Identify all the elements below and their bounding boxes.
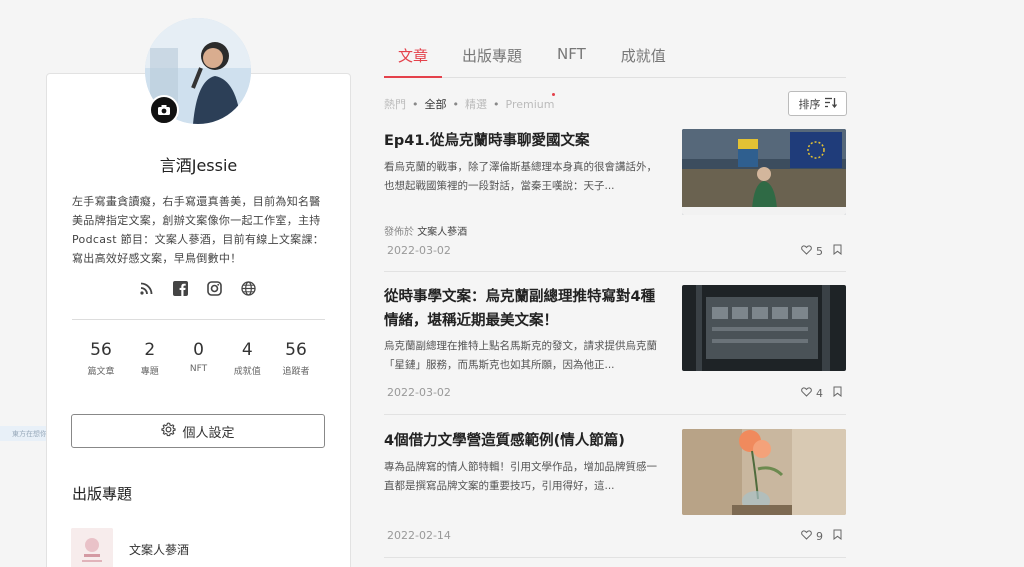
- facebook-icon[interactable]: [172, 280, 188, 296]
- tab-articles[interactable]: 文章: [384, 36, 443, 78]
- premium-indicator-dot: [552, 93, 555, 96]
- like-count: 5: [816, 244, 823, 258]
- stat-topics[interactable]: 2 專題: [129, 340, 171, 377]
- heart-icon[interactable]: [801, 529, 812, 543]
- filter-separator: •: [493, 97, 500, 111]
- stat-followers[interactable]: 56 追蹤者: [275, 340, 317, 377]
- profile-bio: 左手寫畫貪讀癡，右手寫還真善美，目前為知名醫美品牌指定文案，創辦文案像你一起工作…: [72, 195, 325, 265]
- stat-articles[interactable]: 56 篇文章: [80, 340, 122, 377]
- sort-label: 排序: [798, 98, 821, 111]
- tab-achievements[interactable]: 成就值: [621, 36, 666, 77]
- stat-nft[interactable]: 0 NFT: [178, 340, 220, 377]
- filter-all[interactable]: 全部: [425, 96, 447, 112]
- published-item-name: 文案人蔘酒: [129, 542, 190, 557]
- profile-page: 東方在想你(ti) 言酒Jessie 左手寫畫貪讀癡，右手寫還真善美，目前為知名…: [0, 0, 1024, 567]
- article-card[interactable]: 從時事學文案：烏克蘭副總理推特寫對4種情緒，堪稱近期最美文案！ 烏克蘭副總理在推…: [384, 272, 846, 415]
- sort-button[interactable]: 排序: [788, 91, 847, 116]
- published-in-link[interactable]: 文案人蔘酒: [417, 227, 467, 238]
- article-date: 2022-03-02: [387, 244, 451, 257]
- stat-value: 0: [193, 340, 204, 360]
- filter-featured[interactable]: 精選: [465, 96, 487, 112]
- article-excerpt: 看烏克蘭的戰事，除了澤倫斯基總理本身真的很會講話外，也想起戰國策裡的一段對話，當…: [384, 161, 657, 192]
- heart-icon[interactable]: [801, 244, 812, 258]
- filter-popular[interactable]: 熱門: [384, 96, 406, 112]
- published-section-title: 出版專題: [72, 485, 133, 503]
- article-date: 2022-02-14: [387, 529, 451, 542]
- filter-separator: •: [452, 97, 460, 111]
- bookmark-icon[interactable]: [833, 386, 842, 400]
- heart-icon[interactable]: [801, 386, 812, 400]
- stat-achievements[interactable]: 4 成就值: [226, 340, 268, 377]
- content-tabs: 文章 出版專題 NFT 成就值: [384, 36, 846, 78]
- settings-label: 個人設定: [182, 425, 235, 441]
- profile-stats: 56 篇文章 2 專題 0 NFT 4 成就值 56 追蹤者: [72, 340, 325, 377]
- article-actions: 5: [801, 244, 842, 258]
- tab-nft[interactable]: NFT: [557, 36, 586, 77]
- instagram-icon[interactable]: [206, 280, 222, 296]
- stat-label: 篇文章: [87, 367, 115, 377]
- article-excerpt: 專為品牌寫的情人節特輯！引用文學作品，增加品牌質感一直都是撰寫品牌文案的重要技巧…: [384, 461, 657, 492]
- filter-separator: •: [412, 97, 419, 111]
- stat-value: 4: [241, 340, 253, 360]
- article-excerpt: 烏克蘭副總理在推特上點名馬斯克的發文，請求提供烏克蘭「星鏈」服務，而馬斯克也如其…: [384, 340, 657, 371]
- published-item[interactable]: 文案人蔘酒: [71, 528, 189, 567]
- article-filters: 熱門 • 全部 • 精選 • Premium: [384, 93, 555, 112]
- stat-label: NFT: [189, 364, 208, 374]
- article-title[interactable]: 從時事學文案：烏克蘭副總理推特寫對4種情緒，堪稱近期最美文案！: [384, 285, 669, 333]
- published-item-thumbnail: [71, 528, 113, 567]
- stat-label: 專題: [140, 367, 159, 377]
- camera-icon[interactable]: [149, 95, 179, 125]
- stat-label: 追蹤者: [282, 367, 310, 377]
- article-actions: 9: [801, 529, 842, 543]
- tab-published-topics[interactable]: 出版專題: [462, 36, 522, 77]
- stat-value: 2: [144, 340, 156, 360]
- sort-icon: [824, 97, 837, 111]
- globe-icon[interactable]: [240, 280, 256, 296]
- stat-label: 成就值: [233, 367, 261, 377]
- rss-icon[interactable]: [138, 280, 154, 296]
- article-published-in: 發佈於 文案人蔘酒: [384, 223, 467, 238]
- gear-icon: [161, 422, 177, 441]
- like-count: 4: [816, 386, 823, 400]
- article-thumbnail[interactable]: [682, 285, 846, 371]
- article-title[interactable]: Ep41.從烏克蘭時事聊愛國文案: [384, 129, 669, 153]
- filter-premium[interactable]: Premium: [506, 98, 555, 111]
- article-thumbnail[interactable]: [682, 129, 846, 215]
- article-actions: 4: [801, 386, 842, 400]
- like-count: 9: [816, 529, 823, 543]
- article-title[interactable]: 4個借力文學營造質感範例(情人節篇): [384, 429, 669, 453]
- article-thumbnail[interactable]: [682, 429, 846, 515]
- stat-value: 56: [90, 340, 112, 360]
- social-links: [138, 280, 256, 296]
- profile-name: 言酒Jessie: [159, 156, 238, 175]
- article-card[interactable]: 4個借力文學營造質感範例(情人節篇) 專為品牌寫的情人節特輯！引用文學作品，增加…: [384, 415, 846, 558]
- personal-settings-button[interactable]: 個人設定: [71, 414, 325, 448]
- bookmark-icon[interactable]: [833, 244, 842, 258]
- article-date: 2022-03-02: [387, 386, 451, 399]
- article-card[interactable]: Ep41.從烏克蘭時事聊愛國文案 看烏克蘭的戰事，除了澤倫斯基總理本身真的很會講…: [384, 120, 846, 272]
- bookmark-icon[interactable]: [833, 529, 842, 543]
- profile-divider: [72, 319, 325, 320]
- stat-value: 56: [285, 340, 307, 360]
- published-in-prefix: 發佈於: [384, 227, 414, 238]
